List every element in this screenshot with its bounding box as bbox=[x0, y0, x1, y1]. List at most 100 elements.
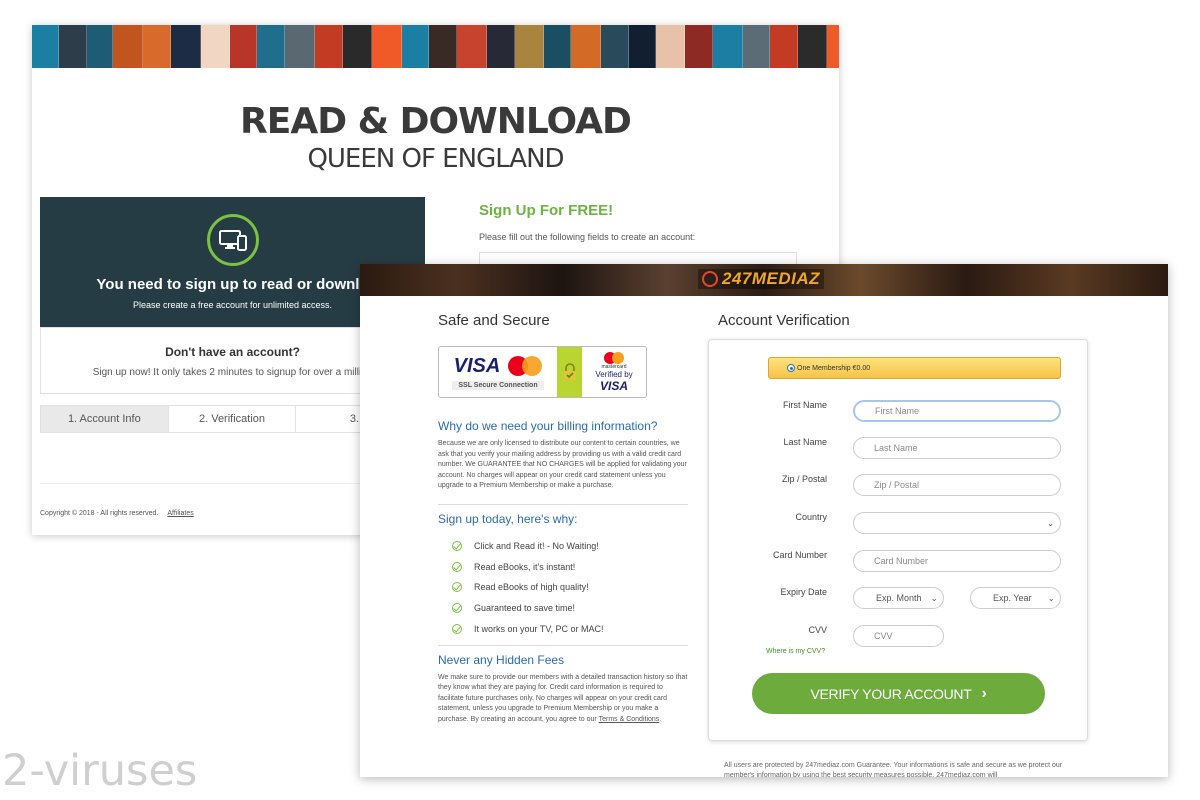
book-cover-thumbnail bbox=[798, 25, 827, 68]
reasons-list: Click and Read it! - No Waiting! Read eB… bbox=[438, 536, 688, 639]
expiry-label: Expiry Date bbox=[780, 587, 827, 597]
verified-visa-text: VISA bbox=[599, 378, 628, 393]
why-billing-title: Why do we need your billing information? bbox=[438, 419, 658, 433]
chevron-down-icon: ⌄ bbox=[930, 592, 938, 603]
first-name-input[interactable]: First Name bbox=[853, 400, 1061, 422]
book-cover-thumbnail bbox=[629, 25, 656, 68]
hidden-fees-text: We make sure to provide our members with… bbox=[438, 673, 688, 723]
logo-icon bbox=[702, 271, 718, 287]
book-cover-thumbnail bbox=[429, 25, 457, 68]
visa-logo: VISA bbox=[453, 354, 501, 377]
check-icon bbox=[452, 582, 462, 593]
mastercard-logo bbox=[508, 356, 543, 376]
why-billing-text: Because we are only licensed to distribu… bbox=[438, 440, 687, 489]
book-cover-thumbnail bbox=[571, 25, 601, 68]
guarantee-note: All users are protected by 247mediaz.com… bbox=[724, 762, 1063, 777]
list-item: It works on your TV, PC or MAC! bbox=[438, 618, 688, 639]
site-header-banner: 247MEDIAZ bbox=[360, 264, 1168, 296]
chevron-right-icon: › bbox=[981, 684, 987, 702]
zip-row: Zip / Postal Zip / Postal bbox=[709, 474, 1089, 498]
cvv-input[interactable]: CVV bbox=[853, 625, 944, 647]
first-name-row: First Name First Name bbox=[709, 400, 1089, 424]
book-cover-thumbnail bbox=[113, 25, 143, 68]
expiry-month-value: Exp. Month bbox=[876, 593, 922, 603]
book-cover-thumbnail bbox=[230, 25, 257, 68]
book-cover-thumbnail bbox=[343, 25, 372, 68]
book-cover-thumbnail bbox=[770, 25, 798, 68]
safe-secure-title: Safe and Secure bbox=[438, 312, 550, 329]
membership-option[interactable]: One Membership €0.00 bbox=[768, 357, 1061, 379]
book-cover-thumbnail bbox=[601, 25, 629, 68]
verify-account-button[interactable]: VERIFY YOUR ACCOUNT › bbox=[752, 673, 1045, 714]
book-cover-thumbnail bbox=[315, 25, 343, 68]
signup-reasons-title: Sign up today, here's why: bbox=[438, 511, 578, 526]
book-cover-thumbnail bbox=[143, 25, 171, 68]
country-select[interactable]: ⌄ bbox=[853, 512, 1061, 534]
last-name-row: Last Name Last Name bbox=[709, 437, 1089, 461]
book-cover-thumbnail bbox=[685, 25, 713, 68]
book-cover-thumbnail bbox=[402, 25, 429, 68]
country-row: Country ⌄ bbox=[709, 512, 1089, 536]
country-label: Country bbox=[795, 512, 827, 522]
check-icon bbox=[452, 602, 462, 613]
book-cover-thumbnail bbox=[487, 25, 515, 68]
logo-text: 247MEDIAZ bbox=[722, 269, 821, 288]
mastercard-small-icon bbox=[604, 351, 624, 364]
screenshot-stage: READ & DOWNLOAD QUEEN OF ENGLAND You nee… bbox=[0, 0, 1200, 800]
list-item: Read eBooks, it's instant! bbox=[438, 556, 688, 577]
membership-label: One Membership €0.00 bbox=[797, 364, 871, 372]
page-title: READ & DOWNLOAD bbox=[240, 101, 632, 142]
hidden-fees-title: Never any Hidden Fees bbox=[438, 652, 565, 667]
book-cover-thumbnail bbox=[201, 25, 230, 68]
site-watermark: 2-viruses bbox=[2, 746, 198, 796]
expiry-year-select[interactable]: Exp. Year ⌄ bbox=[970, 587, 1061, 609]
page-heading: READ & DOWNLOAD QUEEN OF ENGLAND bbox=[32, 101, 839, 174]
list-item: Read eBooks of high quality! bbox=[438, 577, 688, 598]
zip-input[interactable]: Zip / Postal bbox=[853, 474, 1061, 496]
book-cover-thumbnail bbox=[457, 25, 487, 68]
verified-by-text: Verified by bbox=[595, 369, 633, 379]
card-number-label: Card Number bbox=[772, 550, 827, 560]
devices-icon bbox=[206, 214, 259, 266]
site-logo[interactable]: 247MEDIAZ bbox=[698, 269, 825, 289]
account-verification-page: 247MEDIAZ Safe and Secure VISA SSL Secur… bbox=[360, 264, 1168, 777]
chevron-down-icon: ⌄ bbox=[1047, 518, 1054, 528]
step-account-info[interactable]: 1. Account Info bbox=[41, 406, 169, 432]
check-icon bbox=[452, 623, 462, 634]
membership-radio[interactable] bbox=[787, 364, 795, 372]
check-icon bbox=[452, 561, 462, 572]
verification-heading: Account Verification bbox=[718, 312, 850, 329]
book-cover-thumbnail bbox=[87, 25, 113, 68]
check-icon bbox=[452, 540, 462, 551]
book-cover-thumbnail bbox=[743, 25, 770, 68]
expiry-row: Expiry Date Exp. Month ⌄ Exp. Year ⌄ bbox=[709, 587, 1089, 611]
book-title: QUEEN OF ENGLAND bbox=[307, 144, 564, 174]
card-number-input[interactable]: Card Number bbox=[853, 550, 1061, 572]
list-item: Click and Read it! - No Waiting! bbox=[438, 536, 688, 557]
chevron-down-icon: ⌄ bbox=[1047, 592, 1055, 603]
cvv-row: CVV CVV bbox=[709, 625, 1089, 649]
last-name-input[interactable]: Last Name bbox=[853, 437, 1061, 459]
expiry-month-select[interactable]: Exp. Month ⌄ bbox=[853, 587, 944, 609]
card-row: Card Number Card Number bbox=[709, 550, 1089, 574]
book-cover-thumbnail bbox=[544, 25, 571, 68]
book-cover-thumbnail bbox=[827, 25, 839, 68]
verified-by-visa-badge: mastercard Verified by VISA bbox=[582, 347, 646, 397]
copyright-text: Copyright © 2018 - All rights reserved. bbox=[40, 510, 159, 517]
ssl-label: SSL Secure Connection bbox=[452, 380, 544, 390]
terms-link[interactable]: Terms & Conditions bbox=[599, 716, 660, 723]
cvv-label: CVV bbox=[808, 625, 827, 635]
book-cover-thumbnail bbox=[257, 25, 285, 68]
book-cover-thumbnail bbox=[515, 25, 544, 68]
book-cover-thumbnail bbox=[59, 25, 87, 68]
step-verification[interactable]: 2. Verification bbox=[169, 406, 297, 432]
book-cover-thumbnail bbox=[285, 25, 315, 68]
book-cover-thumbnail bbox=[171, 25, 201, 68]
ssl-badge: VISA SSL Secure Connection bbox=[439, 347, 557, 397]
divider bbox=[438, 644, 688, 646]
verify-button-label: VERIFY YOUR ACCOUNT bbox=[810, 685, 972, 702]
affiliates-link[interactable]: Affiliates bbox=[167, 510, 193, 517]
first-name-label: First Name bbox=[782, 400, 827, 410]
where-is-cvv-link[interactable]: Where is my CVV? bbox=[766, 648, 825, 655]
book-covers-banner bbox=[32, 25, 839, 68]
